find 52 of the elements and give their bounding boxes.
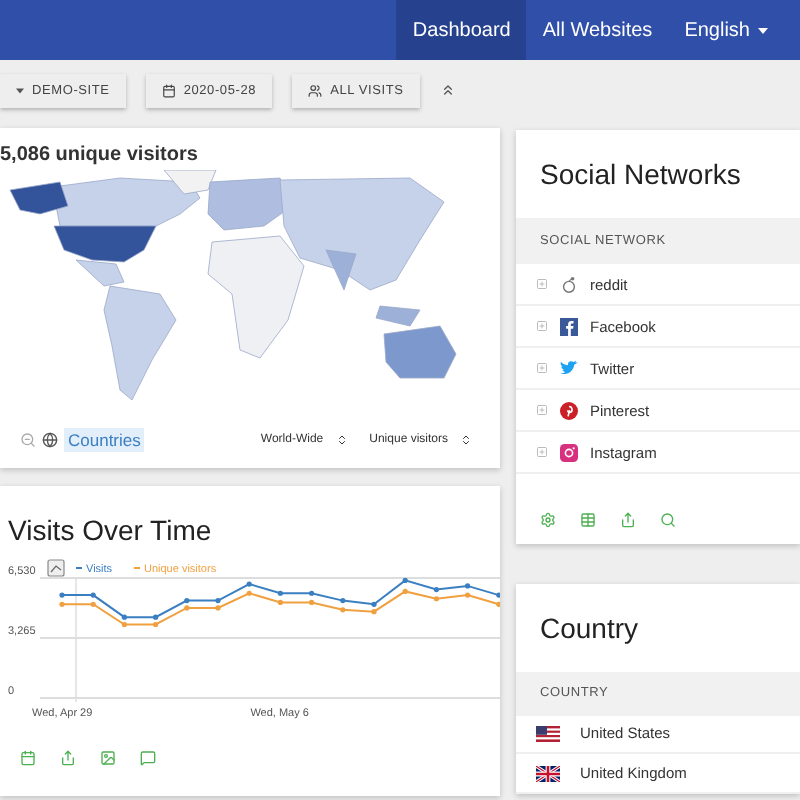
data-point bbox=[433, 587, 439, 593]
collapse-icon[interactable] bbox=[439, 82, 456, 98]
expand-icon[interactable] bbox=[536, 404, 548, 416]
pinterest-icon bbox=[560, 401, 578, 419]
globe-icon[interactable] bbox=[42, 432, 58, 448]
data-point bbox=[465, 583, 471, 589]
data-point bbox=[340, 607, 346, 613]
flag-icon bbox=[536, 765, 560, 782]
widget-title: Social Networks bbox=[538, 156, 743, 190]
table-icon[interactable] bbox=[580, 512, 596, 528]
search-icon[interactable] bbox=[660, 512, 676, 528]
data-point bbox=[90, 592, 96, 598]
caret-icon bbox=[16, 87, 24, 93]
data-point bbox=[465, 592, 471, 598]
widget-title: Visits Over Time bbox=[6, 512, 214, 546]
nav-link[interactable]: All Websites bbox=[526, 0, 669, 60]
zoom-out-icon[interactable] bbox=[20, 432, 36, 448]
data-point bbox=[59, 601, 65, 607]
data-point bbox=[402, 588, 408, 594]
camera-icon bbox=[560, 443, 578, 461]
data-point bbox=[340, 598, 346, 604]
calendar-icon bbox=[161, 83, 176, 97]
export-icon[interactable] bbox=[620, 512, 636, 528]
expand-icon[interactable] bbox=[536, 362, 548, 374]
data-point bbox=[402, 577, 408, 583]
data-point bbox=[59, 592, 65, 598]
export-icon[interactable] bbox=[60, 750, 76, 766]
data-point bbox=[309, 590, 315, 596]
image-icon[interactable] bbox=[100, 750, 116, 766]
facebook-icon bbox=[560, 317, 578, 335]
widget-title: Country bbox=[538, 610, 641, 644]
map-title: 5,086 unique visitors bbox=[0, 142, 200, 166]
expand-icon[interactable] bbox=[536, 320, 548, 332]
data-point bbox=[90, 601, 96, 607]
expand-icon[interactable] bbox=[536, 278, 548, 290]
data-point bbox=[246, 581, 252, 587]
annotation-icon[interactable] bbox=[140, 750, 156, 766]
data-point bbox=[277, 590, 283, 596]
settings-icon[interactable] bbox=[540, 512, 556, 528]
bird-icon bbox=[560, 360, 578, 376]
calendar-icon[interactable] bbox=[20, 750, 36, 766]
chart-type-icon bbox=[47, 559, 65, 577]
data-point bbox=[433, 596, 439, 602]
data-point bbox=[277, 599, 283, 606]
nav-link[interactable]: Dashboard bbox=[396, 0, 527, 60]
expand-icon[interactable] bbox=[536, 446, 548, 458]
data-point bbox=[246, 590, 252, 596]
countries-link[interactable]: Countries bbox=[64, 428, 145, 452]
people-icon bbox=[308, 83, 323, 97]
data-point bbox=[309, 599, 315, 606]
nav-link[interactable]: English bbox=[668, 0, 784, 60]
flag-icon bbox=[536, 725, 560, 742]
